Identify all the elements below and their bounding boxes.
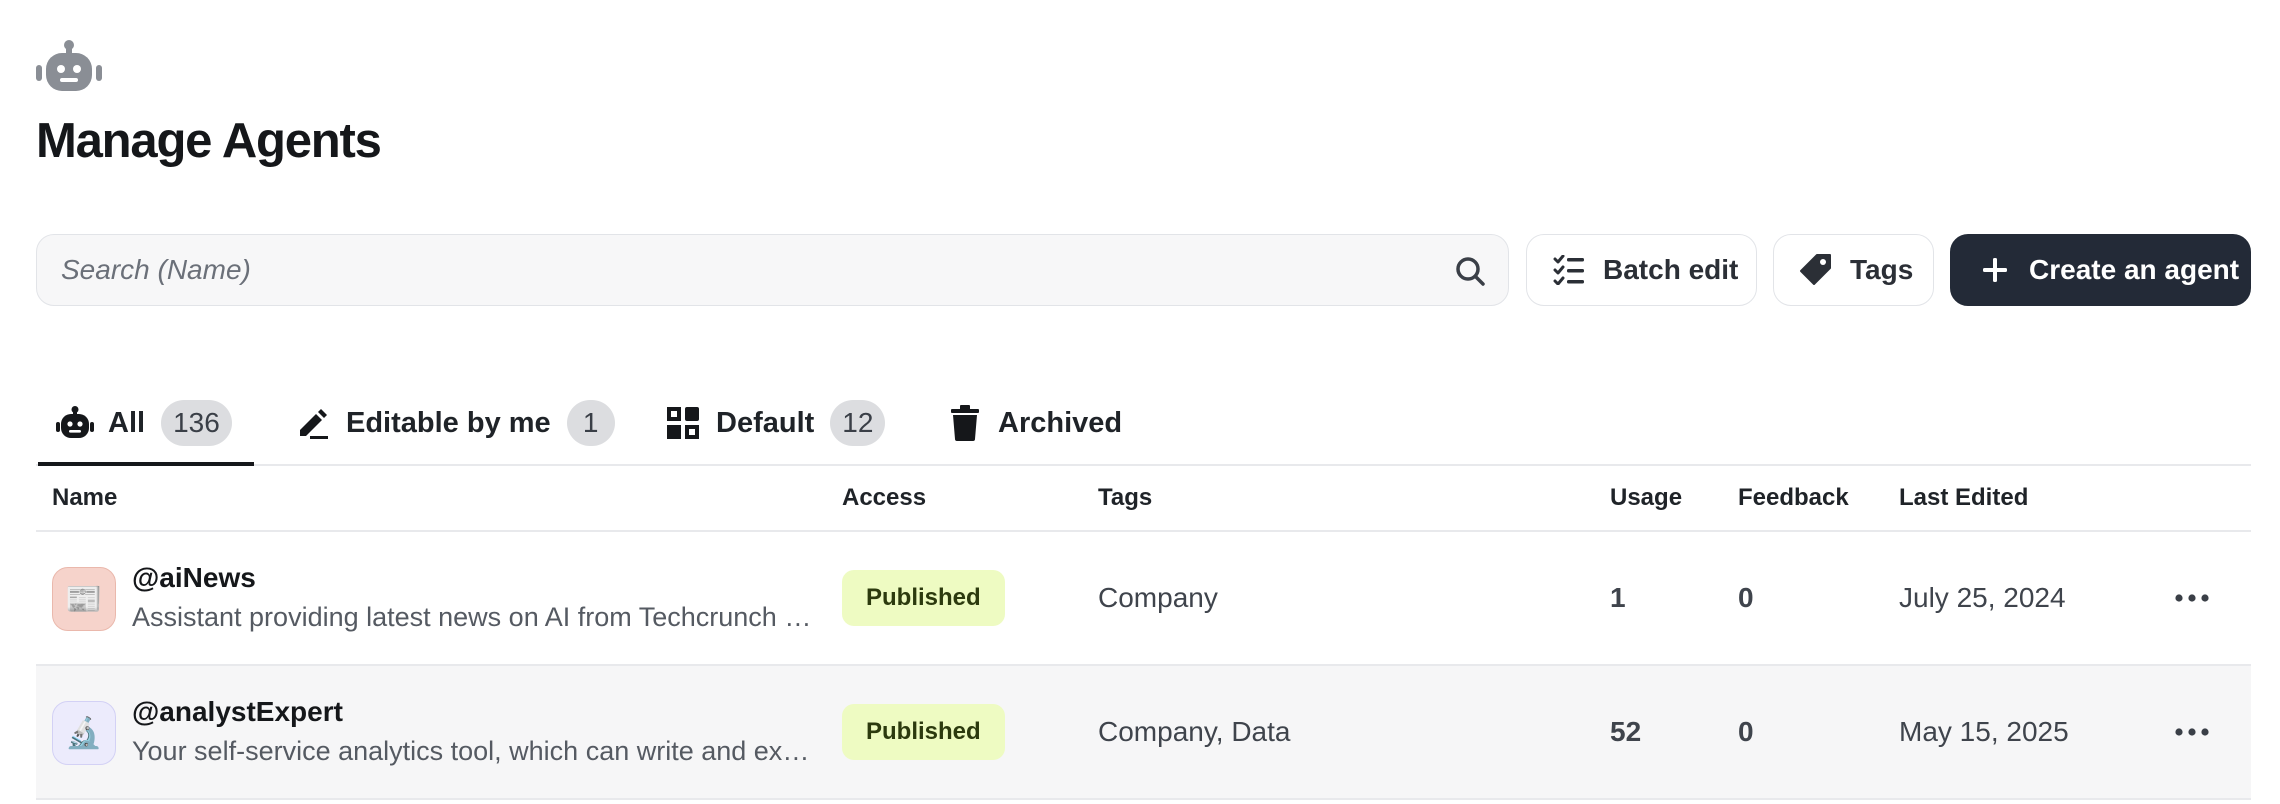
agent-avatar: 📰 (52, 567, 116, 631)
agent-tags: Company (1098, 582, 1218, 613)
search-icon[interactable] (1454, 255, 1486, 287)
create-agent-button[interactable]: Create an agent (1950, 234, 2251, 306)
agent-feedback: 0 (1738, 582, 1754, 613)
tab-editable-count: 1 (566, 400, 615, 446)
table-row[interactable]: 🔬 @analystExpert Your self-service analy… (36, 666, 2251, 800)
pencil-icon (294, 404, 332, 442)
agent-name[interactable]: @aiNews (132, 562, 256, 594)
column-header-usage[interactable]: Usage (1610, 466, 1682, 530)
agent-description: Assistant providing latest news on AI fr… (132, 602, 822, 632)
tab-editable-label: Editable by me (346, 406, 551, 439)
tags-button[interactable]: Tags (1773, 234, 1934, 306)
manage-agents-page: Manage Agents B (36, 0, 2251, 804)
more-options-icon[interactable] (2164, 578, 2220, 618)
tag-icon (1798, 252, 1834, 288)
table-row[interactable]: 📰 @aiNews Assistant providing latest new… (36, 532, 2251, 666)
batch-edit-button[interactable]: Batch edit (1526, 234, 1757, 306)
agent-usage: 1 (1610, 582, 1626, 613)
more-options-icon[interactable] (2164, 712, 2220, 752)
tab-all[interactable]: All 136 (56, 382, 232, 464)
agent-feedback: 0 (1738, 716, 1754, 747)
puzzle-icon (664, 404, 702, 442)
column-header-last-edited[interactable]: Last Edited (1899, 466, 2028, 530)
agent-description: Your self-service analytics tool, which … (132, 736, 822, 766)
page-title: Manage Agents (36, 114, 382, 168)
access-badge: Published (842, 704, 1005, 760)
tags-label: Tags (1850, 254, 1914, 285)
plus-icon (1977, 252, 2013, 288)
column-header-access[interactable]: Access (842, 466, 926, 530)
agent-usage: 52 (1610, 716, 1642, 747)
robot-icon (56, 404, 94, 442)
agent-avatar: 🔬 (52, 701, 116, 765)
agent-tabs: All 136 Editable by me 1 Default 12 Arch… (36, 382, 2251, 466)
agent-tags: Company, Data (1098, 716, 1291, 747)
tab-archived[interactable]: Archived (946, 382, 1122, 464)
checklist-icon (1551, 252, 1587, 288)
agents-table: Name Access Tags Usage Feedback Last Edi… (36, 466, 2251, 800)
agent-name[interactable]: @analystExpert (132, 696, 343, 728)
tab-all-count: 136 (161, 400, 232, 446)
batch-edit-label: Batch edit (1603, 254, 1739, 285)
agent-last-edited: July 25, 2024 (1899, 582, 2066, 613)
column-header-tags[interactable]: Tags (1098, 466, 1152, 530)
column-header-name[interactable]: Name (52, 466, 117, 530)
tab-editable-by-me[interactable]: Editable by me 1 (294, 382, 615, 464)
toolbar: Batch edit Tags Create an agent (36, 234, 2251, 306)
column-header-feedback[interactable]: Feedback (1738, 466, 1849, 530)
trash-icon (946, 404, 984, 442)
table-header: Name Access Tags Usage Feedback Last Edi… (36, 466, 2251, 532)
tab-default-label: Default (716, 406, 815, 439)
tab-default-count: 12 (830, 400, 886, 446)
create-agent-label: Create an agent (2029, 254, 2240, 285)
search-box[interactable] (36, 234, 1509, 306)
robot-icon (36, 40, 102, 94)
tab-archived-label: Archived (998, 406, 1123, 439)
search-input[interactable] (61, 235, 1441, 304)
tab-all-label: All (108, 406, 146, 439)
agent-last-edited: May 15, 2025 (1899, 716, 2069, 747)
access-badge: Published (842, 570, 1005, 626)
tab-default[interactable]: Default 12 (664, 382, 886, 464)
